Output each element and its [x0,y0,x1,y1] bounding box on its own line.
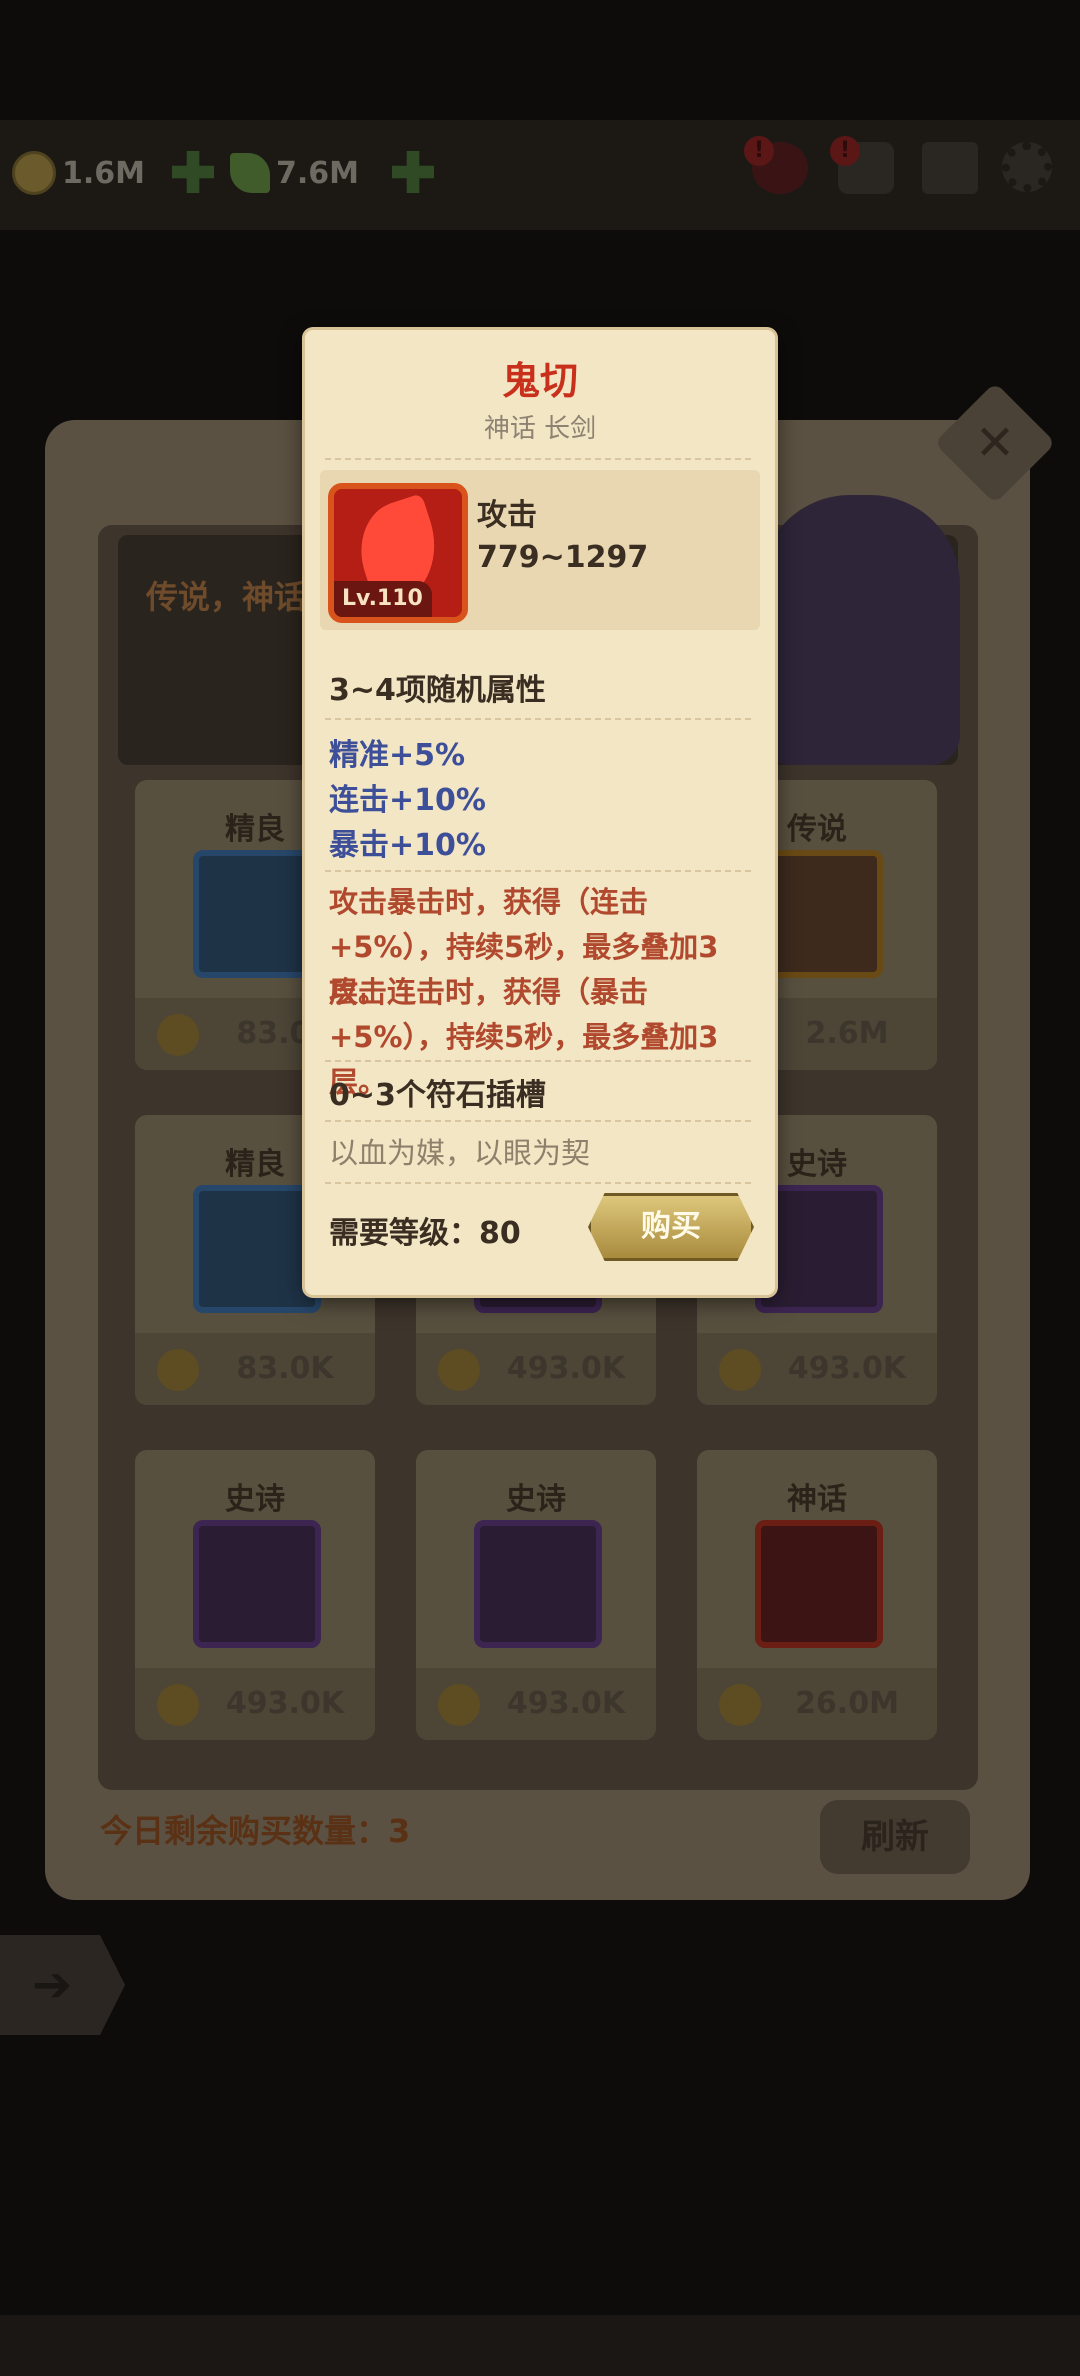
item-level-badge: Lv.110 [334,581,432,617]
item-price: 26.0M [795,1686,899,1721]
flavor-text: 以血为媒，以眼为契 [329,1136,591,1170]
attribute-line: 连击+10% [329,783,486,818]
blade-item-icon [755,1520,883,1648]
back-button[interactable]: ➔ [0,1935,125,2035]
chat-icon[interactable]: ! [830,136,894,194]
refresh-button[interactable]: 刷新 [820,1800,970,1874]
gem-amount: 7.6M [276,155,359,191]
item-tier-label: 神话 [787,1482,847,1517]
mail-icon[interactable] [922,142,978,194]
gem-resource: 7.6M [230,148,359,198]
top-resource-bar [0,120,1080,230]
alert-icon: ! [830,136,860,166]
divider [325,870,755,872]
spiked-shield-item-icon [193,1185,321,1313]
attribute-line: 精准+5% [329,738,466,773]
item-blade-icon: Lv.110 [328,483,468,623]
rune-slots: 0~3个符石插槽 [329,1078,546,1113]
random-attr-header: 3~4项随机属性 [329,673,546,708]
gem-leaf-icon [230,153,270,193]
fire-orb-item-icon [193,850,321,978]
shop-item-card[interactable]: 神话 26.0M [697,1450,937,1740]
gold-resource: 1.6M [12,148,145,198]
divider [325,1120,755,1122]
item-tier-label: 史诗 [506,1482,566,1517]
gold-coin-icon [719,1684,761,1726]
back-arrow-icon: ➔ [32,1957,73,2013]
close-icon: ✕ [974,415,1016,471]
event-icon[interactable]: ! [744,136,808,194]
gold-coin-icon [157,1684,199,1726]
dagger-item-icon [193,1520,321,1648]
bracer-item-icon [474,1520,602,1648]
stat-name: 攻击 [477,498,537,533]
divider [325,1182,755,1184]
buy-button[interactable]: 购买 [588,1193,754,1261]
gold-amount: 1.6M [62,155,145,191]
gold-coin-icon [157,1014,199,1056]
gold-coin-icon [438,1684,480,1726]
bottom-bar [0,2315,1080,2376]
item-name: 鬼切 [501,359,578,403]
remaining-purchases-label: 今日剩余购买数量：3 [100,1812,411,1850]
level-requirement: 需要等级：80 [329,1216,521,1251]
banner-text: 传说，神话 [146,578,307,616]
item-price: 493.0K [225,1686,345,1721]
shop-item-card[interactable]: 史诗 493.0K [416,1450,656,1740]
close-button[interactable]: ✕ [934,382,1056,504]
item-price: 493.0K [506,1686,626,1721]
gold-coin-icon [12,151,56,195]
divider [325,1060,755,1062]
item-type: 神话 长剑 [483,414,597,444]
item-detail-popup: 鬼切 神话 长剑 Lv.110 攻击 779~1297 3~4项随机属性 精准+… [305,330,775,1295]
gold-coin-icon [157,1349,199,1391]
item-tier-label: 史诗 [225,1482,285,1517]
item-price: 83.0K [236,1351,334,1386]
gold-coin-icon [719,1349,761,1391]
divider [325,458,755,460]
divider [325,718,755,720]
shop-item-card[interactable]: 史诗 493.0K [135,1450,375,1740]
item-price: 493.0K [506,1351,626,1386]
stat-value: 779~1297 [477,540,649,575]
item-price: 2.6M [805,1016,889,1051]
settings-gear-icon[interactable] [1002,142,1052,192]
merchant-character [760,495,960,765]
gold-coin-icon [438,1349,480,1391]
attribute-line: 暴击+10% [329,828,486,863]
item-price: 493.0K [787,1351,907,1386]
alert-icon: ! [744,136,774,166]
